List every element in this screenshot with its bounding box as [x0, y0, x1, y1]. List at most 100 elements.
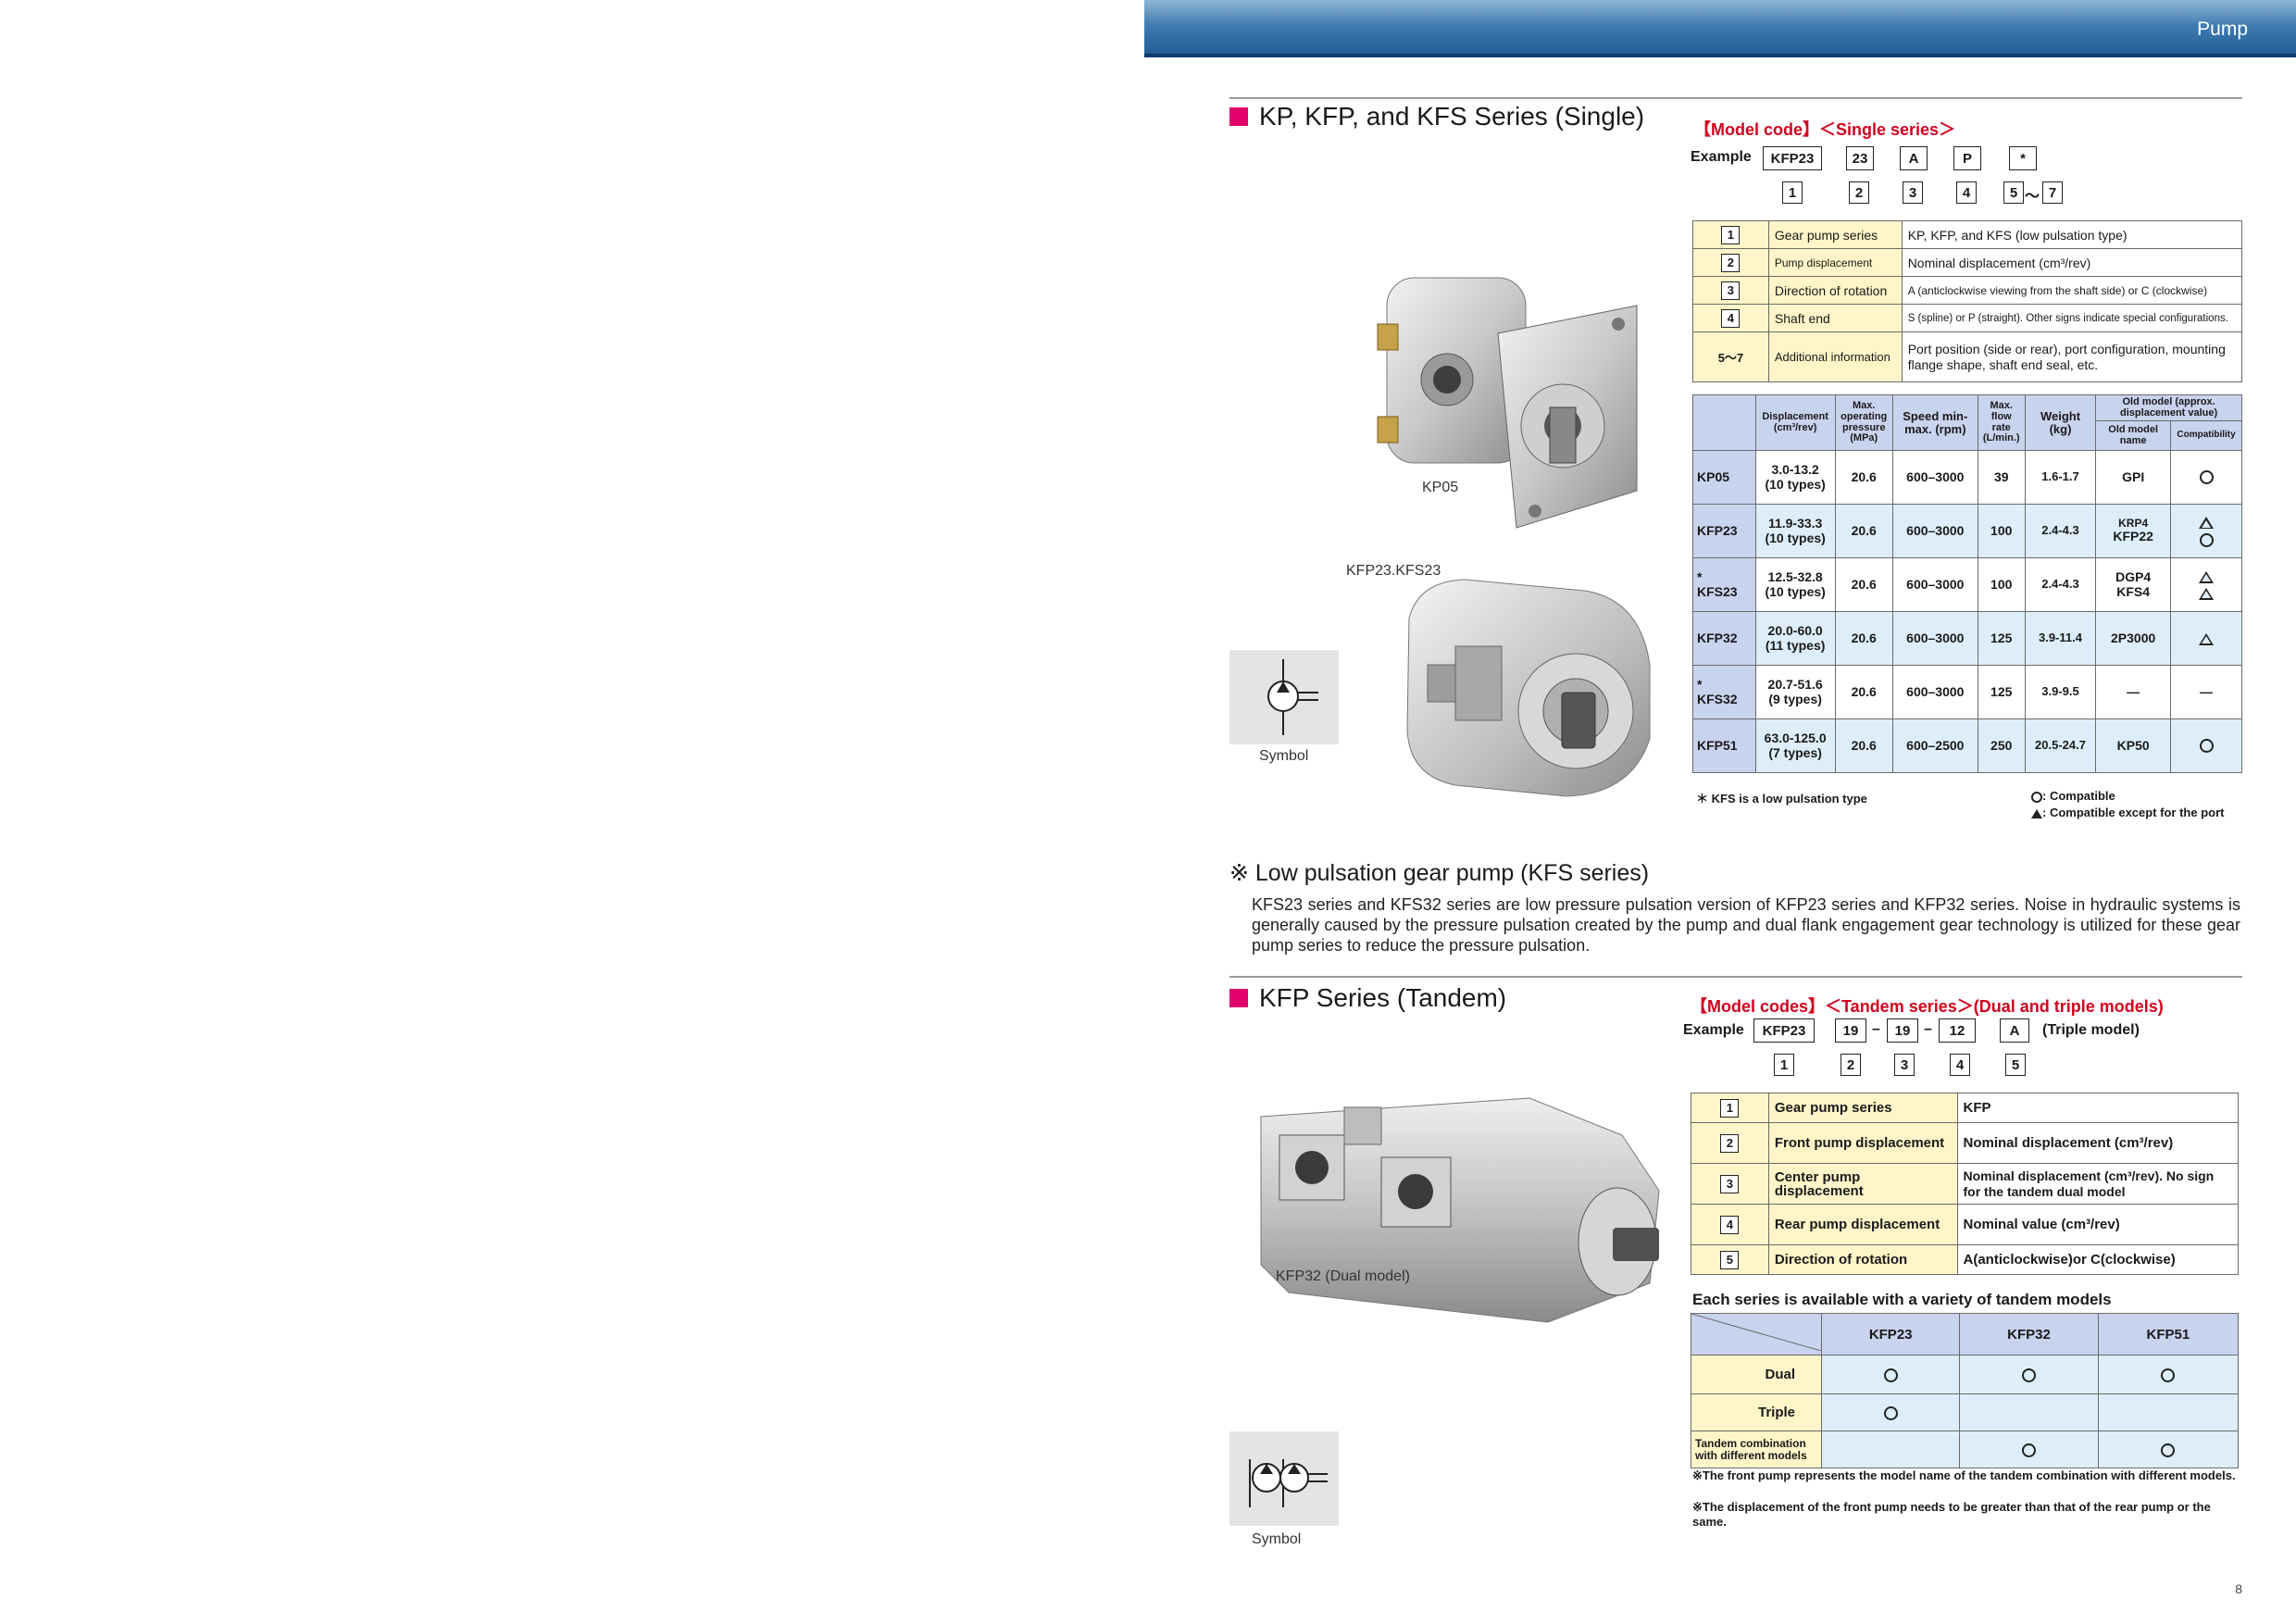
spec-header-speed: Speed min-max. (rpm): [1891, 394, 1978, 452]
spec-old-name: —: [2127, 683, 2140, 699]
legend-number: 1: [1721, 225, 1741, 244]
availability-empty-cell: [1820, 1430, 1961, 1468]
spec-row: KFP51 63.0-125.0 (7 types) 20.6 600–2500 …: [1692, 718, 2242, 774]
legend-desc: Nominal value (cm³/rev): [1956, 1204, 2239, 1245]
spec-header-weight: Weight (kg): [2024, 394, 2097, 452]
single-hydraulic-symbol: [1229, 650, 1339, 744]
legend-desc: Port position (side or rear), port confi…: [1901, 331, 2243, 382]
legend-number: 5: [1720, 1250, 1740, 1269]
legend-item: Shaft end: [1767, 304, 1903, 332]
spec-flow: 100: [1977, 557, 2026, 613]
spec-speed: 600–2500: [1891, 718, 1978, 774]
spec-model: KFP51: [1697, 737, 1738, 753]
section-bullet-icon: [1229, 107, 1248, 126]
spec-old-name: KP50: [2116, 737, 2150, 753]
header-title: Pump: [2197, 19, 2248, 40]
spec-header-displacement: Displacement (cm³/rev): [1754, 394, 1836, 452]
single-example-label: Example: [1691, 149, 1752, 165]
legend-row: 4 Shaft end S (spline) or P (straight). …: [1692, 304, 2243, 332]
spec-row: KFP32 20.0-60.0 (11 types) 20.6 600–3000 …: [1692, 611, 2242, 667]
kp05-pump-photo: [1377, 277, 1638, 529]
spec-flow: 100: [1977, 504, 2026, 559]
spec-types: (10 types): [1765, 530, 1826, 545]
tandem-dash: –: [1872, 1021, 1880, 1037]
availability-row-label: Tandem combination with different models: [1691, 1430, 1822, 1468]
spec-flow: 125: [1977, 611, 2026, 667]
legend-row: 3 Center pump displacement Nominal displ…: [1691, 1163, 2239, 1205]
legend-item: Rear pump displacement: [1767, 1204, 1958, 1245]
tandem-code-box: A: [2000, 1018, 2029, 1043]
tandem-index-box: 2: [1841, 1054, 1861, 1076]
triple-model-note: (Triple model): [2042, 1022, 2140, 1038]
tandem-index-box: 5: [2005, 1054, 2026, 1076]
legend-row: 1 Gear pump series KFP: [1691, 1093, 2239, 1123]
legend-number: 3: [1720, 1174, 1740, 1193]
legend-row: 5～7 Additional information Port position…: [1692, 331, 2243, 382]
legend-desc: S (spline) or P (straight). Other signs …: [1901, 304, 2243, 332]
tandem-legend-table: 1 Gear pump series KFP 2 Front pump disp…: [1691, 1093, 2239, 1275]
spec-flow: 39: [1977, 450, 2026, 506]
spec-types: (7 types): [1768, 744, 1822, 760]
kfp32-dual-pump-photo: [1260, 1097, 1660, 1323]
single-footnote: ＊ KFS is a low pulsation type: [1696, 792, 1867, 806]
tandem-symbol-caption: Symbol: [1252, 1531, 1302, 1547]
spec-compat-none: —: [2170, 665, 2242, 720]
tandem-model-code-label: 【Model codes】＜Tandem series＞(Dual and tr…: [1691, 997, 2164, 1016]
spec-disp: 3.0-13.2: [1771, 462, 1819, 478]
tandem-code-box: 19: [1887, 1018, 1918, 1043]
spec-speed: 600–3000: [1891, 611, 1978, 667]
kfp32-dual-caption: KFP32 (Dual model): [1276, 1268, 1410, 1284]
spec-weight: 2.4-4.3: [2024, 504, 2097, 559]
index-number-box: 1: [1782, 181, 1803, 204]
spec-speed: 600–3000: [1891, 557, 1978, 613]
header-rule: [1144, 54, 2296, 57]
example-code-box: 23: [1846, 146, 1874, 170]
page-number: 8: [2235, 1581, 2242, 1596]
availability-row-label: Triple: [1691, 1393, 1822, 1431]
spec-weight: 1.6-1.7: [2024, 450, 2097, 506]
spec-model: KFS23: [1697, 583, 1738, 599]
compat-legend-compatible: : Compatible: [2031, 789, 2115, 803]
compat-legend-text: : Compatible except for the port: [2042, 806, 2225, 819]
spec-model: KP05: [1697, 468, 1730, 484]
legend-row: 2 Front pump displacement Nominal displa…: [1691, 1122, 2239, 1164]
available-circle-icon: [2161, 1443, 2176, 1457]
legend-item: Gear pump series: [1767, 220, 1903, 249]
spec-model: KFP32: [1697, 630, 1738, 645]
spec-types: (11 types): [1765, 637, 1826, 653]
spec-row: KFP23 11.9-33.3 (10 types) 20.6 600–3000 …: [1692, 504, 2242, 559]
legend-number: 2: [1721, 253, 1741, 272]
spec-speed: 600–3000: [1891, 450, 1978, 506]
legend-number: 4: [1720, 1215, 1740, 1234]
spec-header-flow: Max. flow rate (L/min.): [1977, 394, 2026, 452]
legend-item: Direction of rotation: [1767, 276, 1903, 305]
availability-row-label: Dual: [1691, 1355, 1822, 1394]
partially-compatible-triangle-icon: [2199, 587, 2215, 600]
spec-speed: 600–3000: [1891, 504, 1978, 559]
partially-compatible-triangle-icon: [2199, 570, 2215, 583]
compat-legend-text: : Compatible: [2042, 789, 2115, 803]
spec-old-name: DGP4: [2115, 569, 2152, 585]
tandem-code-box: 12: [1939, 1018, 1976, 1043]
spec-pressure: 20.6: [1834, 504, 1893, 559]
spec-model-star: *: [1697, 677, 1703, 693]
single-symbol-caption: Symbol: [1259, 748, 1309, 764]
tandem-title-text: KFP Series (Tandem): [1259, 983, 1507, 1012]
spec-pressure: 20.6: [1834, 611, 1893, 667]
spec-old-name: 2P3000: [2111, 630, 2156, 645]
tandem-note: ※The front pump represents the model nam…: [1692, 1468, 2236, 1482]
legend-item: Front pump displacement: [1767, 1122, 1958, 1164]
spec-weight: 3.9-11.4: [2024, 611, 2097, 667]
spec-pressure: 20.6: [1834, 450, 1893, 506]
index-number-box: 4: [1956, 181, 1977, 204]
spec-types: (10 types): [1765, 583, 1826, 599]
index-number-box: 3: [1903, 181, 1923, 204]
compatible-circle-icon: [2031, 791, 2042, 803]
spec-flow: 125: [1977, 665, 2026, 720]
spec-pressure: 20.6: [1834, 557, 1893, 613]
availability-corner-cell: [1691, 1313, 1822, 1355]
legend-row: 5 Direction of rotation A(anticlockwise)…: [1691, 1244, 2239, 1275]
spec-row: * KFS23 12.5-32.8 (10 types) 20.6 600–3000…: [1692, 557, 2242, 613]
index-number-box: 5: [2003, 181, 2024, 204]
example-code-box: KFP23: [1763, 146, 1822, 170]
